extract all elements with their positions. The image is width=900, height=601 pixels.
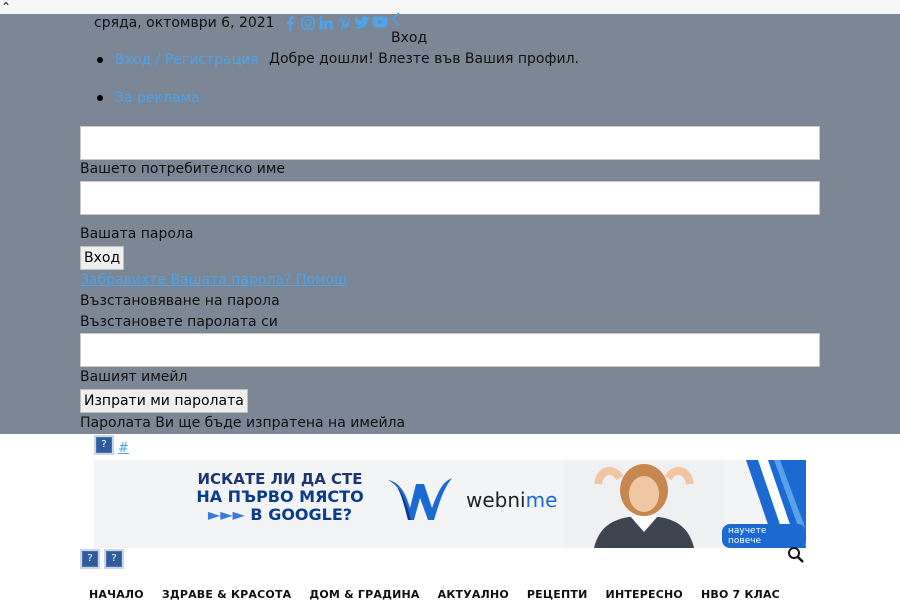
send-password-button[interactable]: Изпрати ми паролата [80, 389, 248, 413]
nav-item-recipes[interactable]: РЕЦЕПТИ [518, 585, 597, 601]
nav-item-interesting[interactable]: ИНТЕРЕСНО [597, 585, 692, 601]
password-input[interactable] [80, 181, 820, 215]
banner-headline: ИСКАТЕ ЛИ ДА СТЕ НА ПЪРВО МЯСТО ►►► В GO… [190, 470, 370, 524]
banner-line-1: ИСКАТЕ ЛИ ДА СТЕ [197, 470, 363, 488]
instagram-icon[interactable] [300, 16, 316, 32]
nav-item-news[interactable]: АКТУАЛНО [429, 585, 518, 601]
username-label: Вашето потребителско име [80, 161, 286, 177]
send-note: Паролата Ви ще бъде изпратена на имейла [80, 415, 406, 431]
ad-banner[interactable]: ИСКАТЕ ЛИ ДА СТЕ НА ПЪРВО МЯСТО ►►► В GO… [94, 460, 806, 548]
linkedin-icon[interactable] [318, 16, 334, 32]
header-date: сряда, октомври 6, 2021 [94, 15, 275, 31]
woman-photo-icon [564, 460, 724, 548]
brand-name: webnime [466, 488, 558, 512]
login-register-link[interactable]: Вход / Регистрация [115, 52, 259, 68]
email-label: Вашият имейл [80, 369, 188, 385]
nav-item-nvo-7[interactable]: НВО 7 КЛАС [692, 585, 789, 601]
login-heading: Вход [391, 30, 428, 46]
recover-title: Възстановяване на парола [80, 293, 280, 309]
top-bar: ⌃ [0, 0, 900, 15]
nav-item-home-garden[interactable]: ДОМ & ГРАДИНА [300, 585, 428, 601]
main-nav: НАЧАЛО ЗДРАВЕ & КРАСОТА ДОМ & ГРАДИНА АК… [80, 585, 820, 601]
email-input[interactable] [80, 333, 820, 367]
nav-item-health-beauty[interactable]: ЗДРАВЕ & КРАСОТА [153, 585, 301, 601]
nav-item-home[interactable]: НАЧАЛО [80, 585, 153, 601]
bullet [97, 95, 103, 101]
search-icon[interactable] [786, 545, 806, 565]
password-label: Вашата парола [80, 226, 194, 242]
pinterest-icon[interactable] [336, 16, 352, 32]
username-input[interactable] [80, 126, 820, 160]
social-icons [282, 14, 388, 34]
hash-link[interactable]: # [118, 441, 129, 456]
banner-line-2: НА ПЪРВО МЯСТО [196, 487, 364, 506]
recover-subtitle: Възстановете паролата си [80, 314, 278, 330]
facebook-icon[interactable] [282, 16, 298, 32]
broken-image-icon: ? [96, 437, 112, 453]
banner-line-3: В GOOGLE? [250, 505, 353, 524]
banner-arrows: ►►► [207, 505, 245, 524]
bullet [97, 57, 103, 63]
youtube-icon[interactable] [372, 16, 388, 32]
advertising-link[interactable]: За реклама [115, 90, 200, 106]
broken-image-icon: ? [106, 551, 122, 567]
login-button[interactable]: Вход [80, 246, 125, 270]
twitter-icon[interactable] [354, 16, 370, 32]
chevron-left-icon[interactable] [391, 12, 401, 30]
welcome-text: Добре дошли! Влезте във Вашия профил. [269, 51, 579, 67]
forgot-password-link[interactable]: Забравихте Вашата парола? Помощ [80, 272, 347, 288]
webnime-logo-icon [388, 478, 452, 520]
chevron-up-icon[interactable]: ⌃ [1, 0, 11, 14]
broken-image-icon: ? [82, 551, 98, 567]
